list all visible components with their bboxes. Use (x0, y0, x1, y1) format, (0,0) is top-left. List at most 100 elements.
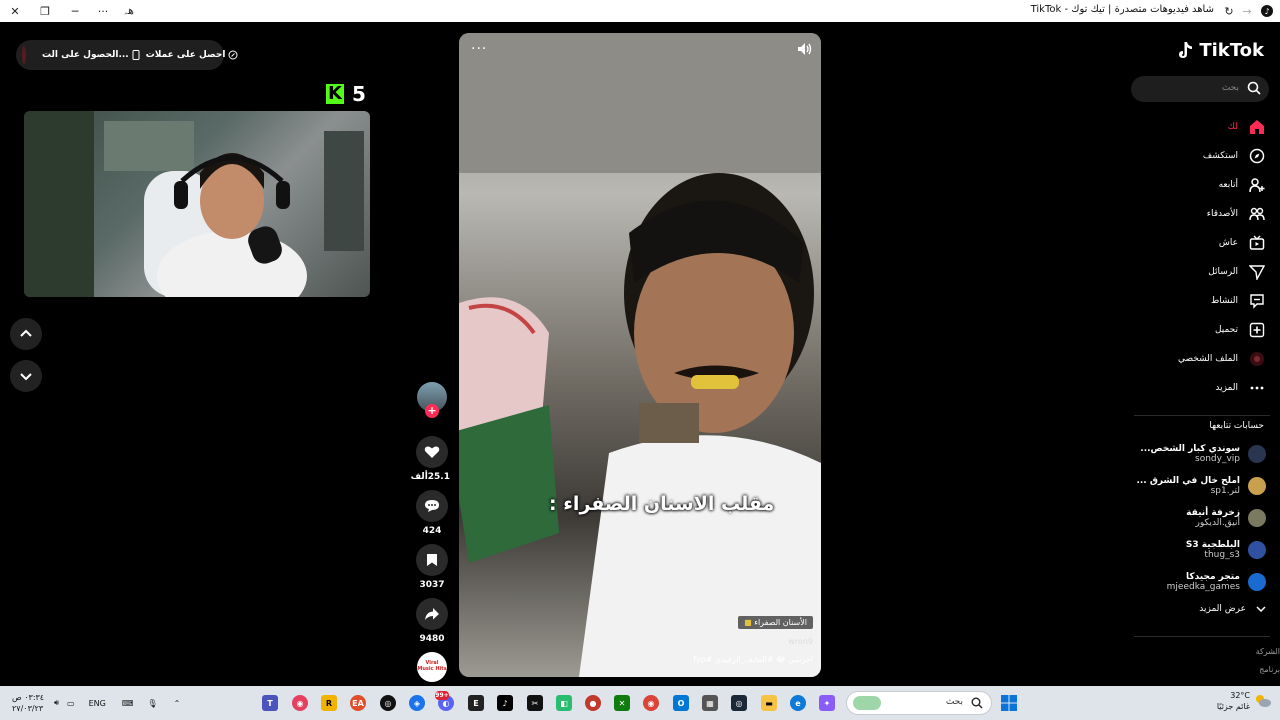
steam-icon[interactable]: ◎ (731, 695, 747, 711)
tiktok-taskbar-icon[interactable]: ♪ (497, 695, 513, 711)
sidebar-item-more[interactable]: المزيد (1126, 373, 1266, 402)
clock[interactable]: ٠٣:٣٤ ص ٢٧/٠٣/٢٣ (12, 686, 44, 720)
tiktok-note-icon (1179, 41, 1193, 58)
capcut-icon[interactable]: ✂ (527, 695, 543, 711)
following-account[interactable]: البلطجية S3 thug_s3 (1116, 536, 1266, 564)
app-blue-icon[interactable]: ◈ (409, 695, 425, 711)
sidebar-item-label: أتابعه (1218, 179, 1238, 190)
rockstar-icon[interactable]: R (321, 695, 337, 711)
close-window-icon[interactable]: ✕ (6, 0, 24, 22)
sidebar-item-for-you[interactable]: لك (1126, 112, 1266, 141)
share-button[interactable] (416, 598, 448, 630)
following-account[interactable]: املح خال في الشرق ... sp1.لتر (1116, 472, 1266, 500)
sidebar-item-friends[interactable]: الأصدقاء (1126, 199, 1266, 228)
next-video-button[interactable] (10, 360, 42, 392)
comment-button[interactable] (416, 490, 448, 522)
divider (1134, 415, 1270, 416)
avatar (1248, 541, 1266, 559)
copilot-icon[interactable]: ✦ (819, 695, 835, 711)
sticker-label: الأسنان الصفراء (754, 618, 807, 627)
xbox-icon[interactable]: ✕ (614, 695, 630, 711)
webcam-feed (24, 111, 370, 297)
refresh-icon[interactable]: ↻ (1220, 0, 1238, 22)
sidebar-item-profile[interactable]: الملف الشخصي (1126, 344, 1266, 373)
following-account[interactable]: زخرفة أنيقة أنيق.الديكور (1116, 504, 1266, 532)
ea-icon[interactable]: EA (350, 695, 366, 711)
account-name: البلطجية S3 (1185, 540, 1240, 550)
translate-button[interactable]: ﮬﮧ (120, 0, 138, 22)
volume-button[interactable] (797, 41, 813, 60)
outlook-icon[interactable]: O (673, 695, 689, 711)
account-handle: sp1.لتر (1210, 486, 1240, 496)
sidebar-item-activity[interactable]: النشاط (1126, 286, 1266, 315)
like-count: 25.1ألف (410, 472, 450, 482)
account-handle: thug_s3 (1204, 550, 1240, 560)
minimize-window-icon[interactable]: ─ (66, 0, 84, 22)
avatar[interactable] (22, 46, 26, 64)
like-button[interactable] (416, 436, 448, 468)
previous-video-button[interactable] (10, 318, 42, 350)
tiktok-logo[interactable]: TikTok (1177, 40, 1264, 61)
video-watermark: wron9 (788, 637, 813, 646)
promo-bar: الحصول على الت... احصل على عملات (16, 40, 238, 70)
follow-plus-icon[interactable]: + (425, 404, 439, 418)
live-icon (1248, 234, 1266, 252)
see-more-label: عرض المزيد (1199, 604, 1246, 614)
windows-start-icon[interactable] (1000, 694, 1018, 712)
volume-icon[interactable]: 🔊︎ (54, 698, 59, 708)
account-name: متجر مجيدكا (1185, 572, 1240, 582)
send-icon (1248, 263, 1266, 281)
chevron-up-icon (20, 329, 32, 337)
svg-text:♪: ♪ (1264, 7, 1269, 16)
get-coins-label: احصل على عملات (145, 50, 226, 60)
footer-link-company[interactable]: الشركة (1256, 647, 1280, 656)
save-button[interactable] (416, 544, 448, 576)
game-icon[interactable]: ◧ (556, 695, 572, 711)
account-handle: أنيق.الديكور (1195, 518, 1240, 528)
teams-icon[interactable]: T (262, 695, 278, 711)
video-player[interactable]: ··· مقلب الاسنان الصفراء : الأسنان الصفر… (459, 33, 821, 677)
sidebar-item-label: الأصدقاء (1206, 208, 1238, 219)
sidebar-item-live[interactable]: عاش (1126, 228, 1266, 257)
get-coins-button[interactable]: احصل على عملات (146, 50, 239, 60)
account-name: سوندي كبار الشخص... (1140, 444, 1240, 454)
epic-games-icon[interactable]: E (468, 695, 484, 711)
creator-avatar[interactable]: + (417, 382, 447, 418)
browser-menu-button[interactable]: ··· (94, 0, 112, 22)
account-handle: mjeedka_games (1166, 582, 1240, 592)
app-circle-icon[interactable]: ◉ (292, 695, 308, 711)
obs-icon[interactable]: ◎ (380, 695, 396, 711)
music-disc[interactable]: Viral Music Hits (417, 652, 447, 682)
get-app-button[interactable]: الحصول على الت... (42, 50, 140, 60)
taskbar-search-input[interactable]: بحث (846, 691, 992, 715)
microphone-icon[interactable]: 🎙︎ (147, 699, 157, 708)
compass-icon (1248, 147, 1266, 165)
heart-icon (424, 446, 440, 458)
following-account[interactable]: متجر مجيدكا mjeedka_games (1116, 568, 1266, 596)
sidebar-item-following[interactable]: أتابعه (1126, 170, 1266, 199)
forward-icon[interactable]: → (1238, 0, 1256, 22)
keyboard-icon[interactable]: ⌨︎ (122, 699, 134, 708)
restore-window-icon[interactable]: ❐ (36, 0, 54, 22)
edge-icon[interactable]: e (790, 695, 806, 711)
language-indicator[interactable]: ENG (89, 699, 106, 708)
weather-widget[interactable]: 32°C غائم جزئيًا (1217, 690, 1272, 712)
store-icon[interactable]: ▦ (702, 695, 718, 711)
sidebar-item-label: عاش (1218, 237, 1238, 248)
video-caption: مقلب الاسنان الصفراء : (549, 493, 775, 515)
folder-icon[interactable]: ▬ (761, 695, 777, 711)
network-icon[interactable]: ▭ (67, 699, 75, 708)
app-red-icon[interactable]: ● (585, 695, 601, 711)
avatar (1248, 477, 1266, 495)
search-input[interactable]: بحث (1131, 76, 1269, 102)
following-account[interactable]: سوندي كبار الشخص... sondy_vip (1116, 440, 1266, 468)
see-more-button[interactable]: عرض المزيد (1199, 604, 1266, 614)
chrome-icon[interactable]: ◉ (643, 695, 659, 711)
video-options-button[interactable]: ··· (471, 41, 487, 57)
footer-link-program[interactable]: برنامج (1259, 665, 1280, 674)
chevron-up-icon[interactable]: ⌃ (174, 699, 181, 708)
sidebar-item-messages[interactable]: الرسائل (1126, 257, 1266, 286)
sidebar-item-upload[interactable]: تحميل (1126, 315, 1266, 344)
sidebar-item-explore[interactable]: استكشف (1126, 141, 1266, 170)
search-icon[interactable] (1247, 81, 1261, 95)
